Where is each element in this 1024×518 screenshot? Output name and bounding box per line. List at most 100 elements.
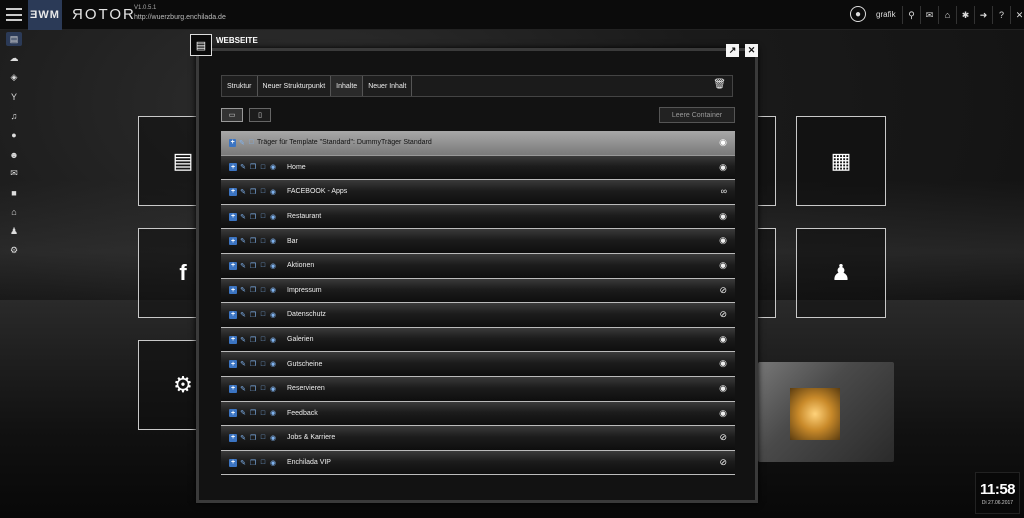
trash-icon[interactable]: 🗑: [713, 79, 726, 90]
list-item[interactable]: + ✎ ❐ □ ◉ Jobs & Karriere ⊘: [221, 426, 735, 451]
spinner-icon[interactable]: ✱: [956, 6, 974, 24]
list-item[interactable]: + ✎ ❐ □ ◉ Feedback ◉: [221, 401, 735, 427]
eye-slash-icon[interactable]: ⊘: [719, 285, 727, 296]
cocktail-icon[interactable]: Y: [0, 87, 28, 106]
plus-icon[interactable]: +: [229, 384, 237, 393]
eye-icon[interactable]: ◉: [719, 235, 727, 246]
list-item[interactable]: + ✎ ❐ □ ◉ Aktionen ◉: [221, 253, 735, 279]
list-item[interactable]: + ✎ ❐ □ ◉ Home ◉: [221, 155, 735, 181]
list-item[interactable]: + ✎ ❐ □ ◉ Enchilada VIP ⊘: [221, 450, 735, 476]
eye-icon[interactable]: ◉: [719, 334, 727, 345]
link-icon[interactable]: ∞: [721, 186, 727, 196]
page-icon[interactable]: □: [248, 139, 255, 147]
copy-icon[interactable]: ❐: [249, 409, 257, 417]
page-icon[interactable]: □: [259, 360, 267, 368]
tab-struktur[interactable]: Struktur: [222, 76, 258, 96]
plus-icon[interactable]: +: [229, 187, 237, 196]
page-icon[interactable]: □: [259, 434, 267, 442]
list-item[interactable]: + ✎ ❐ □ ◉ Reservieren ◉: [221, 376, 735, 402]
eye-icon[interactable]: ◉: [719, 211, 727, 222]
user-icon[interactable]: ♟: [0, 222, 28, 241]
preview-icon[interactable]: ◉: [269, 286, 277, 294]
preview-icon[interactable]: ◉: [269, 459, 277, 467]
page-icon[interactable]: □: [259, 262, 267, 270]
preview-icon[interactable]: ◉: [269, 360, 277, 368]
empty-container-button[interactable]: Leere Container: [659, 107, 735, 123]
expand-icon[interactable]: ↗: [726, 44, 739, 57]
edit-icon[interactable]: ✎: [239, 434, 247, 442]
file-icon[interactable]: ■: [0, 183, 28, 202]
copy-icon[interactable]: ❐: [249, 336, 257, 344]
help-icon[interactable]: ?: [992, 6, 1010, 24]
cube-icon[interactable]: ◈: [0, 68, 28, 87]
user-name[interactable]: grafik: [876, 10, 896, 19]
list-item[interactable]: + ✎ ❐ □ ◉ FACEBOOK - Apps ∞: [221, 180, 735, 205]
copy-icon[interactable]: ❐: [249, 163, 257, 171]
preview-icon[interactable]: ◉: [269, 311, 277, 319]
copy-icon[interactable]: ❐: [249, 434, 257, 442]
preview-icon[interactable]: ◉: [269, 213, 277, 221]
list-item[interactable]: + ✎ ❐ □ ◉ Bar ◉: [221, 229, 735, 254]
eye-slash-icon[interactable]: ⊘: [719, 457, 727, 468]
mail-icon[interactable]: ✉: [0, 164, 28, 183]
edit-icon[interactable]: ✎: [239, 360, 247, 368]
user-avatar-icon[interactable]: ●: [850, 6, 866, 22]
pin-icon[interactable]: ●: [0, 126, 28, 145]
eye-icon[interactable]: ◉: [719, 162, 727, 173]
preview-icon[interactable]: ◉: [269, 434, 277, 442]
preview-icon[interactable]: ◉: [269, 163, 277, 171]
close-icon[interactable]: ✕: [1010, 6, 1024, 24]
plus-icon[interactable]: +: [229, 335, 237, 344]
plus-icon[interactable]: +: [229, 261, 237, 270]
edit-icon[interactable]: ✎: [239, 286, 247, 294]
site-url[interactable]: http://wuerzburg.enchilada.de: [134, 14, 226, 21]
eye-icon[interactable]: ◉: [719, 383, 727, 394]
edit-icon[interactable]: ✎: [239, 213, 247, 221]
edit-icon[interactable]: ✎: [239, 188, 247, 196]
copy-icon[interactable]: ❐: [249, 459, 257, 467]
tab-neuer-strukturpunkt[interactable]: Neuer Strukturpunkt: [257, 76, 332, 96]
copy-icon[interactable]: ❐: [249, 286, 257, 294]
edit-icon[interactable]: ✎: [239, 385, 247, 393]
list-item[interactable]: + ✎ ❐ □ ◉ Datenschutz ⊘: [221, 303, 735, 328]
edit-icon[interactable]: ✎: [238, 139, 245, 147]
chat-icon[interactable]: ✉: [920, 6, 938, 24]
list-item[interactable]: + ✎ ❐ □ ◉ Gutscheine ◉: [221, 352, 735, 377]
plus-icon[interactable]: +: [229, 409, 237, 418]
preview-icon[interactable]: ◉: [269, 188, 277, 196]
copy-icon[interactable]: ❐: [249, 237, 257, 245]
plus-icon[interactable]: +: [229, 237, 237, 246]
sitemap-icon[interactable]: ▤: [6, 32, 22, 46]
copy-icon[interactable]: ❐: [249, 262, 257, 270]
page-icon[interactable]: □: [259, 336, 267, 344]
plus-icon[interactable]: +: [229, 360, 237, 369]
logout-icon[interactable]: ➜: [974, 6, 992, 24]
list-item[interactable]: + ✎ ❐ □ ◉ Impressum ⊘: [221, 278, 735, 304]
copy-icon[interactable]: ❐: [249, 188, 257, 196]
tile-user-icon[interactable]: ♟: [796, 228, 886, 318]
page-icon[interactable]: □: [259, 311, 267, 319]
preview-icon[interactable]: ◉: [269, 336, 277, 344]
eye-slash-icon[interactable]: ⊘: [719, 309, 727, 320]
modal-close-icon[interactable]: ✕: [745, 44, 758, 57]
plus-icon[interactable]: +: [229, 310, 237, 319]
page-icon[interactable]: □: [259, 459, 267, 467]
gears-icon[interactable]: ⚙: [0, 241, 28, 260]
preview-icon[interactable]: ◉: [269, 385, 277, 393]
search-icon[interactable]: ⚲: [902, 6, 920, 24]
edit-icon[interactable]: ✎: [239, 163, 247, 171]
page-icon[interactable]: □: [259, 237, 267, 245]
eye-icon[interactable]: ◉: [719, 358, 727, 369]
list-header-row[interactable]: + ✎ □ Träger für Template "Standard": Du…: [221, 131, 735, 156]
desktop-view-button[interactable]: ▭: [221, 108, 243, 122]
plus-icon[interactable]: +: [229, 286, 237, 295]
edit-icon[interactable]: ✎: [239, 237, 247, 245]
tile-map-icon[interactable]: ▦: [796, 116, 886, 206]
copy-icon[interactable]: ❐: [249, 311, 257, 319]
page-icon[interactable]: □: [259, 286, 267, 294]
restaurant-icon[interactable]: ♫: [0, 107, 28, 126]
eye-slash-icon[interactable]: ⊘: [719, 432, 727, 443]
plus-icon[interactable]: +: [229, 163, 237, 172]
edit-icon[interactable]: ✎: [239, 409, 247, 417]
logo[interactable]: ƎWM: [28, 0, 62, 30]
